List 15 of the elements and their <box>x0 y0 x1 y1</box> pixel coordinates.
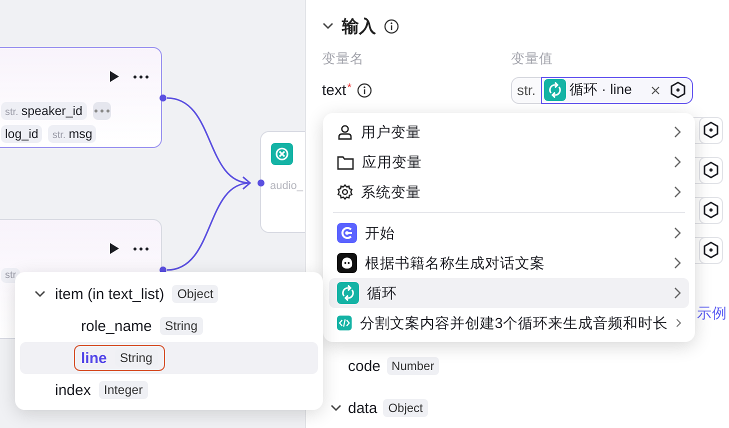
input-label: audio_ <box>270 180 304 192</box>
type-tag: Object <box>383 399 428 417</box>
required-mark: * <box>347 82 352 94</box>
variable-tag: str. speaker_id <box>1 102 86 120</box>
output-name: data <box>348 400 378 416</box>
variable-name: text* <box>322 82 352 98</box>
variable-tag: str <box>1 268 20 283</box>
column-header: 变量名 <box>322 50 365 68</box>
reference-value: 循环 · line <box>570 81 633 99</box>
variable-tag: str. msg <box>48 125 96 143</box>
output-name: code <box>348 358 381 374</box>
column-header: 变量值 <box>511 50 553 68</box>
variable-tag: log_id <box>1 125 42 143</box>
section-title: 输入 <box>342 16 376 38</box>
type-tag: Number <box>386 357 440 375</box>
